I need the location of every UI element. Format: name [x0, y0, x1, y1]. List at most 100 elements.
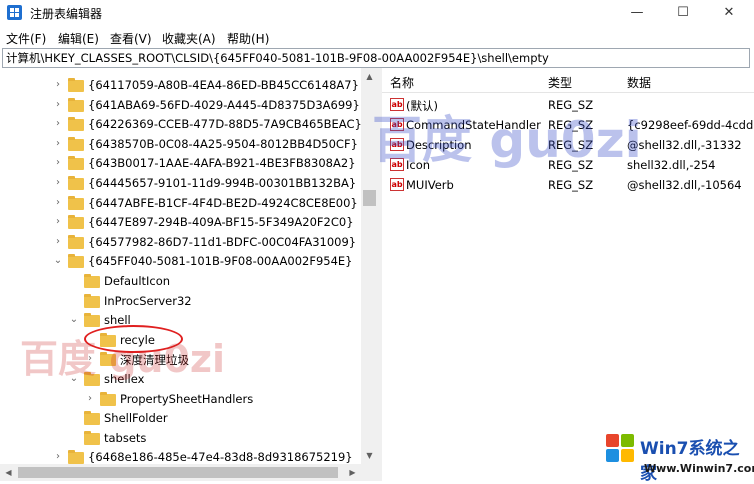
tree-horizontal-scrollbar[interactable]: ◀ ▶ — [0, 464, 378, 481]
tree-node[interactable]: ⌄ shellex — [0, 370, 360, 390]
folder-icon — [68, 156, 84, 171]
menu-file[interactable]: 文件(F) — [6, 30, 46, 47]
site-logo: Win7系统之家 Www.Winwin7.com — [604, 430, 754, 484]
chevron-right-icon[interactable]: › — [53, 176, 63, 190]
chevron-right-icon[interactable]: › — [53, 98, 63, 112]
folder-icon — [68, 254, 84, 269]
tree-node-label: {6468e186-485e-47e4-83d8-8d9318675219} — [88, 450, 353, 464]
minimize-button[interactable]: — — [614, 0, 660, 25]
folder-icon — [84, 411, 100, 426]
folder-icon — [68, 234, 84, 249]
value-row[interactable]: ab Description REG_SZ @shell32.dll,-31332 — [382, 135, 754, 155]
tree-node[interactable]: tabsets — [0, 429, 360, 449]
logo-url: Www.Winwin7.com — [644, 462, 754, 475]
chevron-right-icon[interactable]: › — [53, 117, 63, 131]
scroll-thumb[interactable] — [363, 190, 376, 206]
values-pane: 名称 类型 数据 ab (默认) REG_SZ ab CommandStateHandl… — [382, 68, 754, 481]
folder-icon — [68, 117, 84, 132]
tree-node[interactable]: › {6468e186-485e-47e4-83d8-8d9318675219} — [0, 448, 360, 464]
value-type: REG_SZ — [548, 138, 594, 152]
folder-icon — [84, 274, 100, 288]
tree-node[interactable]: ShellFolder — [0, 409, 360, 429]
chevron-right-icon[interactable]: › — [85, 352, 95, 366]
tree-node[interactable]: › {6447E897-294B-409A-BF15-5F349A20F2C0} — [0, 213, 360, 233]
tree-node[interactable]: ⌄ {645FF040-5081-101B-9F08-00AA002F954E} — [0, 252, 360, 272]
tree-node[interactable]: › PropertySheetHandlers — [0, 390, 360, 410]
chevron-right-icon[interactable]: › — [53, 196, 63, 210]
value-name: Icon — [406, 158, 431, 172]
value-row[interactable]: ab (默认) REG_SZ — [382, 95, 754, 115]
folder-icon — [68, 195, 84, 210]
tree-node[interactable]: InProcServer32 — [0, 292, 360, 312]
value-name: (默认) — [406, 99, 438, 113]
folder-icon — [84, 293, 100, 308]
column-data[interactable]: 数据 — [627, 74, 651, 91]
horizontal-scroll-thumb[interactable] — [18, 467, 338, 478]
tree-node[interactable]: › {641ABA69-56FD-4029-A445-4D8375D3A699} — [0, 96, 360, 116]
red-circle-annotation — [84, 325, 183, 353]
scroll-left-arrow-icon[interactable]: ◀ — [0, 464, 17, 481]
scroll-down-arrow-icon[interactable]: ▼ — [361, 447, 378, 464]
folder-icon — [84, 313, 100, 328]
tree-node-label: {64117059-A80B-4EA4-86ED-BB45CC6148A7} — [88, 78, 359, 92]
registry-key-tree[interactable]: › {64117059-A80B-4EA4-86ED-BB45CC6148A7} ›… — [0, 68, 365, 464]
tree-node[interactable]: › {643B0017-1AAE-4AFA-B921-4BE3FB8308A2} — [0, 154, 360, 174]
tree-node[interactable]: › {6438570B-0C08-4A25-9504-8012BB4D50CF} — [0, 135, 360, 155]
value-data: @shell32.dll,-10564 — [627, 178, 742, 192]
tree-node-label: PropertySheetHandlers — [120, 391, 254, 406]
column-type[interactable]: 类型 — [548, 74, 572, 91]
chevron-right-icon[interactable]: › — [53, 78, 63, 92]
chevron-right-icon[interactable]: › — [53, 215, 63, 229]
menu-favorites[interactable]: 收藏夹(A) — [162, 30, 216, 47]
tree-node[interactable]: › {6447ABFE-B1CF-4F4D-BE2D-4924C8CE8E00} — [0, 194, 360, 214]
folder-icon — [68, 215, 84, 230]
tree-node-label: {6447ABFE-B1CF-4F4D-BE2D-4924C8CE8E00} — [88, 195, 358, 210]
tree-node-label: shellex — [104, 372, 145, 386]
logo-title: Win7系统之家 — [640, 439, 740, 484]
tree-node[interactable]: › {64577982-86D7-11d1-BDFC-00C04FA31009} — [0, 233, 360, 253]
value-name: MUIVerb — [406, 178, 454, 192]
chevron-right-icon[interactable]: › — [53, 137, 63, 151]
column-name[interactable]: 名称 — [390, 74, 414, 91]
value-row[interactable]: ab CommandStateHandler REG_SZ {c9298eef-69d… — [382, 115, 754, 135]
tree-node-label: tabsets — [104, 430, 147, 445]
value-type: REG_SZ — [548, 178, 594, 192]
chevron-down-icon[interactable]: ⌄ — [69, 372, 79, 386]
tree-node-label: {6438570B-0C08-4A25-9504-8012BB4D50CF} — [88, 136, 358, 151]
scroll-right-arrow-icon[interactable]: ▶ — [344, 464, 361, 481]
tree-node[interactable]: › {64117059-A80B-4EA4-86ED-BB45CC6148A7} — [0, 76, 360, 96]
tree-node[interactable]: › {64226369-CCEB-477D-88D5-7A9CB465BEAC} — [0, 115, 362, 135]
maximize-button[interactable]: ☐ — [660, 0, 706, 25]
folder-icon — [100, 352, 116, 367]
tree-node-label: InProcServer32 — [104, 293, 192, 308]
value-type: REG_SZ — [548, 98, 594, 112]
value-name: Description — [406, 138, 472, 152]
close-button[interactable]: ✕ — [706, 0, 752, 25]
address-bar[interactable]: 计算机\HKEY_CLASSES_ROOT\CLSID\{645FF040-50… — [2, 48, 750, 68]
chevron-right-icon[interactable]: › — [53, 235, 63, 249]
menu-help[interactable]: 帮助(H) — [227, 30, 269, 47]
chevron-right-icon[interactable]: › — [85, 392, 95, 406]
chevron-down-icon[interactable]: ⌄ — [53, 254, 63, 268]
string-value-icon: ab — [390, 138, 404, 151]
tree-node[interactable]: › {64445657-9101-11d9-994B-00301BB132BA} — [0, 174, 360, 194]
folder-icon — [68, 78, 84, 92]
chevron-right-icon[interactable]: › — [53, 450, 63, 464]
tree-node[interactable]: DefaultIcon — [0, 272, 360, 292]
title-bar: 注册表编辑器 — ☐ ✕ — [0, 0, 754, 25]
chevron-right-icon[interactable]: › — [53, 156, 63, 170]
tree-vertical-scrollbar[interactable]: ▲ ▼ — [361, 68, 378, 464]
menu-view[interactable]: 查看(V) — [110, 30, 152, 47]
value-type: REG_SZ — [548, 118, 594, 132]
string-value-icon: ab — [390, 178, 404, 191]
menu-edit[interactable]: 编辑(E) — [58, 30, 99, 47]
tree-node[interactable]: ⌄ shell — [0, 311, 360, 331]
tree-node-label: {643B0017-1AAE-4AFA-B921-4BE3FB8308A2} — [88, 156, 356, 171]
tree-node-label: ShellFolder — [104, 411, 168, 426]
chevron-down-icon[interactable]: ⌄ — [69, 313, 79, 327]
tree-node[interactable]: › 深度清理垃圾 — [0, 350, 360, 370]
value-row[interactable]: ab Icon REG_SZ shell32.dll,-254 — [382, 155, 754, 175]
value-row[interactable]: ab MUIVerb REG_SZ @shell32.dll,-10564 — [382, 175, 754, 195]
value-data: @shell32.dll,-31332 — [627, 138, 742, 152]
scroll-up-arrow-icon[interactable]: ▲ — [361, 68, 378, 85]
